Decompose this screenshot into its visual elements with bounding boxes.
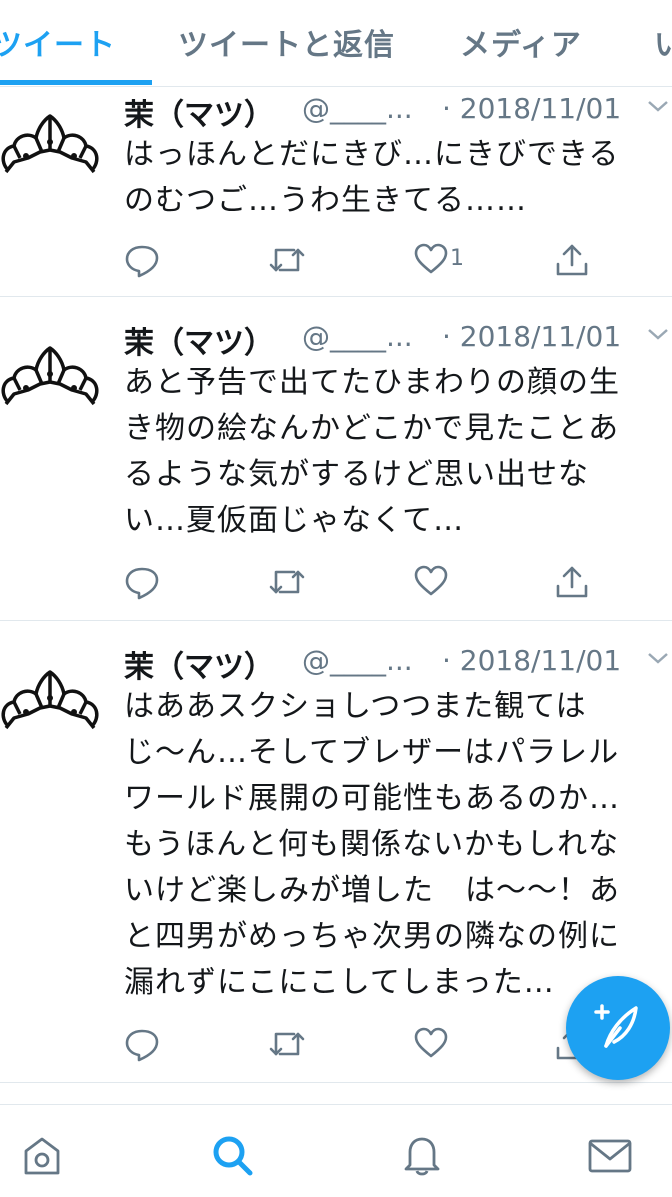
tweet-header: 茉（マツ） @____... · 2018/11/01: [124, 642, 672, 685]
reply-icon[interactable]: [124, 242, 160, 278]
display-name[interactable]: 茉（マツ）: [124, 90, 274, 134]
avatar[interactable]: [0, 112, 100, 182]
share-icon[interactable]: [554, 242, 590, 278]
tweet-item[interactable]: 茉（マツ） @____... · 2018/11/01 あと予告で出てたひまわり…: [0, 296, 672, 621]
tweet-item[interactable]: 茉（マツ） @____... · 2018/11/01 はっほんとだにきび…にき…: [0, 86, 672, 297]
reply-icon[interactable]: [124, 564, 160, 600]
tweet-text: あと予告で出てたひまわりの顔の生 き物の絵なんかどこかで見たことあ るような気が…: [124, 365, 620, 538]
tweet-header: 茉（マツ） @____... · 2018/11/01: [124, 90, 672, 133]
tab-tweets-and-replies[interactable]: ツイートと返信: [178, 20, 395, 64]
chevron-down-icon[interactable]: [646, 648, 670, 668]
heart-icon: [414, 242, 448, 276]
tab-likes[interactable]: い: [654, 20, 672, 64]
search-icon[interactable]: [210, 1133, 254, 1177]
tweet-date[interactable]: · 2018/11/01: [442, 644, 621, 677]
tweet-actions: 1: [124, 242, 672, 282]
like-button[interactable]: [414, 1026, 484, 1062]
bottom-navigation: [0, 1104, 672, 1197]
share-icon[interactable]: [554, 564, 590, 600]
tweet-date[interactable]: · 2018/11/01: [442, 320, 621, 353]
tab-media[interactable]: メディア: [460, 20, 582, 64]
heart-icon: [414, 1026, 448, 1060]
tweet-actions: [124, 564, 672, 604]
messages-icon[interactable]: [586, 1133, 634, 1177]
tweet-header: 茉（マツ） @____... · 2018/11/01: [124, 318, 672, 361]
user-handle: @____...: [302, 320, 413, 353]
home-icon[interactable]: [20, 1133, 64, 1177]
profile-tabs: ツイート ツイートと返信 メディア い: [0, 0, 672, 87]
tweet-date[interactable]: · 2018/11/01: [442, 92, 621, 125]
like-button[interactable]: 1: [414, 242, 484, 278]
tab-tweets[interactable]: ツイート: [0, 20, 116, 64]
like-button[interactable]: [414, 564, 484, 600]
avatar[interactable]: [0, 344, 100, 414]
tweet-text: はっほんとだにきび…にきびできる のむつご…うわ生きてる……: [124, 137, 620, 218]
active-tab-indicator: [0, 80, 152, 85]
user-handle: @____...: [302, 644, 413, 677]
chevron-down-icon[interactable]: [646, 324, 670, 344]
tweet-text: はああスクショしつつまた観ては じ〜ん…そしてブレザーはパラレル ワールド展開の…: [124, 689, 620, 1000]
notifications-icon[interactable]: [400, 1133, 444, 1177]
user-handle: @____...: [302, 92, 413, 125]
retweet-icon[interactable]: [268, 564, 306, 600]
reply-icon[interactable]: [124, 1026, 160, 1062]
compose-tweet-icon: [588, 998, 648, 1062]
heart-icon: [414, 564, 448, 598]
compose-tweet-button[interactable]: [566, 976, 670, 1080]
retweet-icon[interactable]: [268, 1026, 306, 1062]
display-name[interactable]: 茉（マツ）: [124, 318, 274, 362]
avatar[interactable]: [0, 668, 100, 738]
display-name[interactable]: 茉（マツ）: [124, 642, 274, 686]
chevron-down-icon[interactable]: [646, 96, 670, 116]
like-count: 1: [450, 246, 464, 271]
retweet-icon[interactable]: [268, 242, 306, 278]
